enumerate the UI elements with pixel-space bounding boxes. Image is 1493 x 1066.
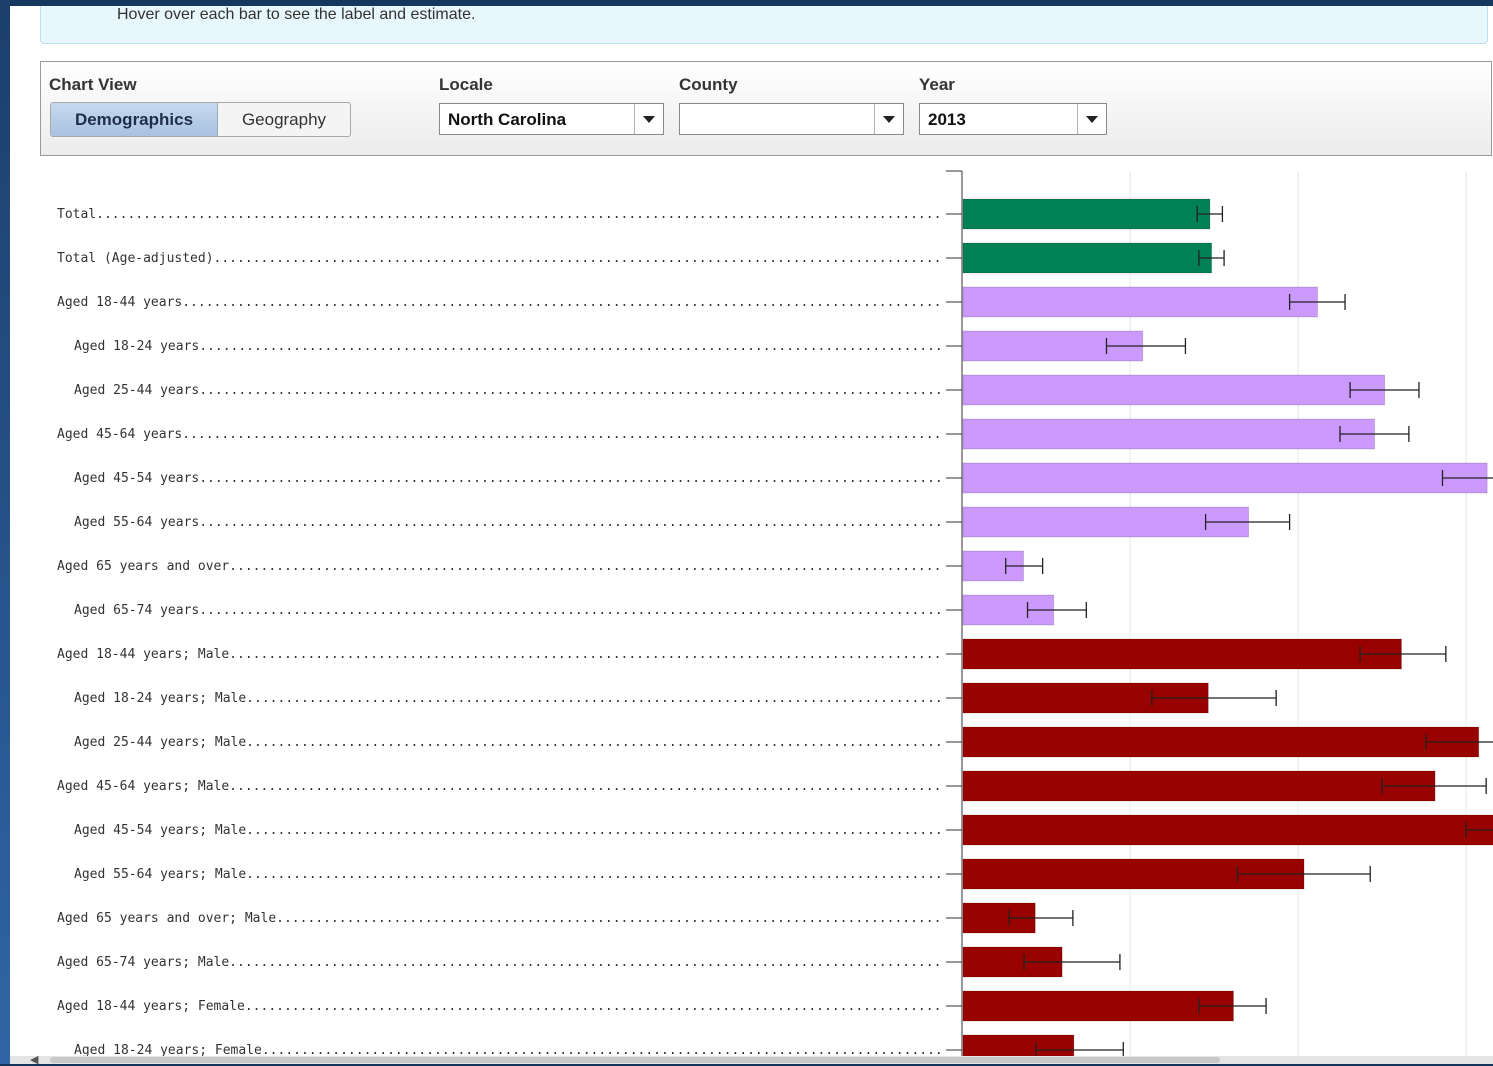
bar [962, 418, 1376, 450]
row-label: Aged 45-64 years........................… [57, 427, 941, 442]
row-label: Aged 45-54 years; Male..................… [74, 823, 943, 838]
bar [962, 198, 1211, 230]
bar [962, 242, 1213, 274]
left-window-edge [0, 0, 10, 1064]
locale-value: North Carolina [448, 110, 567, 129]
row-label: Aged 65 years and over..................… [57, 559, 941, 574]
year-label: Year [919, 75, 955, 94]
controls-panel: Chart View Demographics Geography Locale… [40, 61, 1492, 156]
row-label: Aged 18-44 years; Male..................… [57, 647, 941, 662]
row-label: Aged 25-44 years........................… [74, 383, 943, 398]
scroll-thumb[interactable] [50, 1057, 1220, 1063]
locale-label: Locale [439, 75, 493, 94]
bar [962, 286, 1318, 318]
chart-view-label: Chart View [49, 75, 137, 94]
row-label: Total...................................… [57, 207, 941, 222]
chevron-down-icon [634, 104, 663, 134]
row-label: Aged 18-44 years........................… [57, 295, 941, 310]
chart-view-toggle: Demographics Geography [50, 102, 351, 137]
bar-chart: Total...................................… [57, 170, 1493, 1064]
info-text: Hover over each bar to see the label and… [117, 6, 476, 23]
row-label: Aged 65-74 years; Male..................… [57, 955, 941, 970]
row-label: Aged 55-64 years; Male..................… [74, 867, 943, 882]
chevron-down-icon [874, 104, 903, 134]
chevron-down-icon [1077, 104, 1106, 134]
bar [962, 638, 1402, 670]
horizontal-scrollbar[interactable]: ◀ [10, 1053, 1493, 1066]
row-label: Total (Age-adjusted)....................… [57, 251, 941, 266]
row-label: Aged 45-54 years........................… [74, 471, 943, 486]
row-label: Aged 45-64 years; Male..................… [57, 779, 941, 794]
row-label: Aged 25-44 years; Male..................… [74, 735, 943, 750]
bar [962, 990, 1234, 1022]
locale-select[interactable]: North Carolina [439, 103, 664, 135]
county-label: County [679, 75, 738, 94]
bar [962, 374, 1386, 406]
row-label: Aged 55-64 years........................… [74, 515, 943, 530]
bar [962, 770, 1436, 802]
page: Hover over each bar to see the label and… [10, 6, 1493, 1064]
info-banner: Hover over each bar to see the label and… [40, 6, 1488, 44]
year-value: 2013 [928, 110, 966, 129]
county-select[interactable] [679, 103, 904, 135]
scroll-left-icon[interactable]: ◀ [30, 1053, 38, 1066]
bar [962, 726, 1480, 758]
row-label: Aged 18-24 years; Male..................… [74, 691, 943, 706]
bar [962, 814, 1493, 846]
year-select[interactable]: 2013 [919, 103, 1107, 135]
row-label: Aged 65-74 years........................… [74, 603, 943, 618]
row-label: Aged 18-24 years........................… [74, 339, 943, 354]
bar [962, 462, 1488, 494]
geography-button[interactable]: Geography [218, 103, 350, 136]
row-label: Aged 65 years and over; Male............… [57, 911, 941, 926]
row-label: Aged 18-44 years; Female................… [57, 999, 941, 1014]
demographics-button[interactable]: Demographics [51, 103, 218, 136]
